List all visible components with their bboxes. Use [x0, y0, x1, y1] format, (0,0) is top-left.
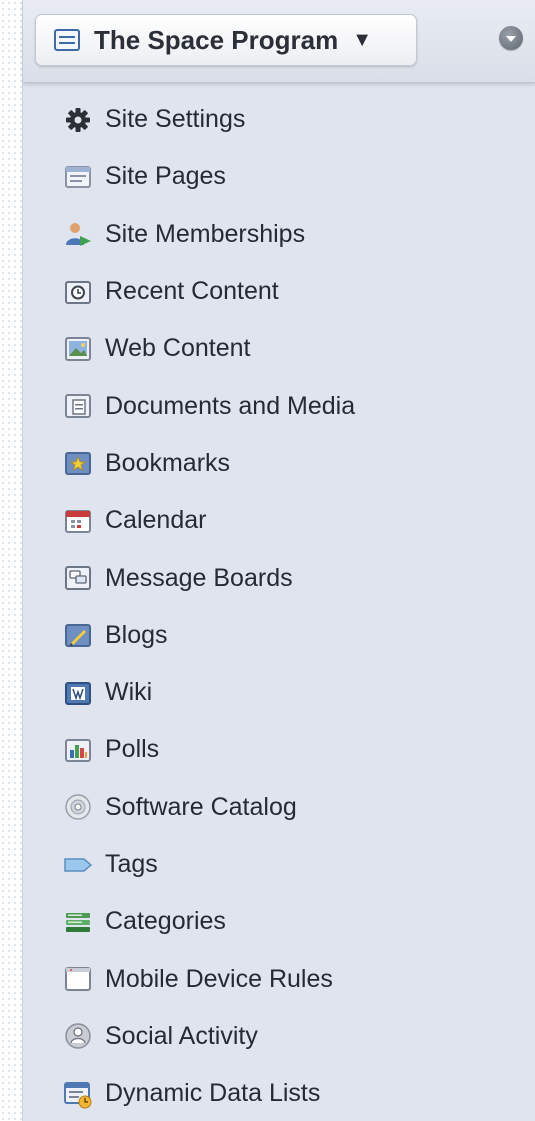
- sidebar-item-documents-and-media[interactable]: Documents and Media: [23, 377, 535, 434]
- sidebar-item-label: Calendar: [105, 506, 207, 535]
- sidebar-item-label: Site Settings: [105, 105, 246, 134]
- sidebar-item-label: Message Boards: [105, 563, 293, 592]
- sidebar-item-label: Bookmarks: [105, 448, 231, 477]
- sidebar-item-site-pages[interactable]: Site Pages: [23, 148, 535, 205]
- polls-icon: [63, 735, 93, 765]
- tag-icon: [63, 850, 93, 880]
- sidebar-item-dynamic-data-lists[interactable]: Dynamic Data Lists: [23, 1065, 535, 1121]
- sidebar-item-label: Polls: [105, 735, 160, 764]
- sidebar-item-label: Categories: [105, 907, 226, 936]
- users-icon: [63, 219, 93, 249]
- gear-icon: [63, 105, 93, 135]
- sidebar-item-message-boards[interactable]: Message Boards: [23, 549, 535, 606]
- sidebar-item-label: Software Catalog: [105, 792, 297, 821]
- sidebar-item-label: Site Memberships: [105, 219, 306, 248]
- disc-icon: [63, 792, 93, 822]
- options-dropdown-icon[interactable]: [499, 26, 523, 50]
- social-activity-icon: [63, 1021, 93, 1051]
- sidebar-item-label: Mobile Device Rules: [105, 964, 333, 993]
- sidebar-item-web-content[interactable]: Web Content: [23, 320, 535, 377]
- sidebar-item-label: Documents and Media: [105, 391, 356, 420]
- wiki-icon: [63, 678, 93, 708]
- site-icon: [54, 29, 80, 51]
- pages-icon: [63, 162, 93, 192]
- sidebar-item-polls[interactable]: Polls: [23, 721, 535, 778]
- sidebar-item-blogs[interactable]: Blogs: [23, 607, 535, 664]
- sidebar-item-label: Recent Content: [105, 277, 279, 306]
- dynamic-data-lists-icon: [63, 1079, 93, 1109]
- dotted-background: [0, 0, 22, 1121]
- sidebar-item-label: Blogs: [105, 620, 168, 649]
- sidebar-item-label: Site Pages: [105, 162, 226, 191]
- sidebar-item-wiki[interactable]: Wiki: [23, 664, 535, 721]
- categories-icon: [63, 907, 93, 937]
- sidebar-item-label: Tags: [105, 850, 158, 878]
- sidebar-item-social-activity[interactable]: Social Activity: [23, 1008, 535, 1065]
- sidebar-item-label: Wiki: [105, 678, 153, 707]
- web-content-icon: [63, 334, 93, 364]
- mobile-device-icon: [63, 964, 93, 994]
- calendar-icon: [63, 506, 93, 536]
- sidebar-item-tags[interactable]: Tags: [23, 836, 535, 893]
- sidebar-item-calendar[interactable]: Calendar: [23, 492, 535, 549]
- star-icon: [63, 448, 93, 478]
- control-panel-page: The Space Program ▼ Site Settings Site P…: [0, 0, 535, 1121]
- sidebar-menu: Site Settings Site Pages Site Membership…: [23, 91, 535, 1121]
- blogs-icon: [63, 620, 93, 650]
- clock-icon: [63, 277, 93, 307]
- site-selector-button[interactable]: The Space Program ▼: [35, 14, 417, 66]
- sidebar-item-bookmarks[interactable]: Bookmarks: [23, 435, 535, 492]
- sidebar-item-categories[interactable]: Categories: [23, 893, 535, 950]
- sidebar-header: The Space Program ▼: [23, 0, 535, 83]
- site-name: The Space Program: [94, 24, 339, 55]
- sidebar-item-site-memberships[interactable]: Site Memberships: [23, 206, 535, 263]
- chevron-down-icon: ▼: [352, 28, 372, 51]
- sidebar-panel: The Space Program ▼ Site Settings Site P…: [22, 0, 535, 1121]
- sidebar-item-mobile-device-rules[interactable]: Mobile Device Rules: [23, 950, 535, 1007]
- message-boards-icon: [63, 563, 93, 593]
- sidebar-item-label: Web Content: [105, 334, 251, 363]
- sidebar-item-site-settings[interactable]: Site Settings: [23, 91, 535, 148]
- documents-icon: [63, 391, 93, 421]
- sidebar-item-label: Dynamic Data Lists: [105, 1079, 321, 1108]
- sidebar-item-recent-content[interactable]: Recent Content: [23, 263, 535, 320]
- sidebar-item-software-catalog[interactable]: Software Catalog: [23, 779, 535, 836]
- sidebar-item-label: Social Activity: [105, 1021, 258, 1050]
